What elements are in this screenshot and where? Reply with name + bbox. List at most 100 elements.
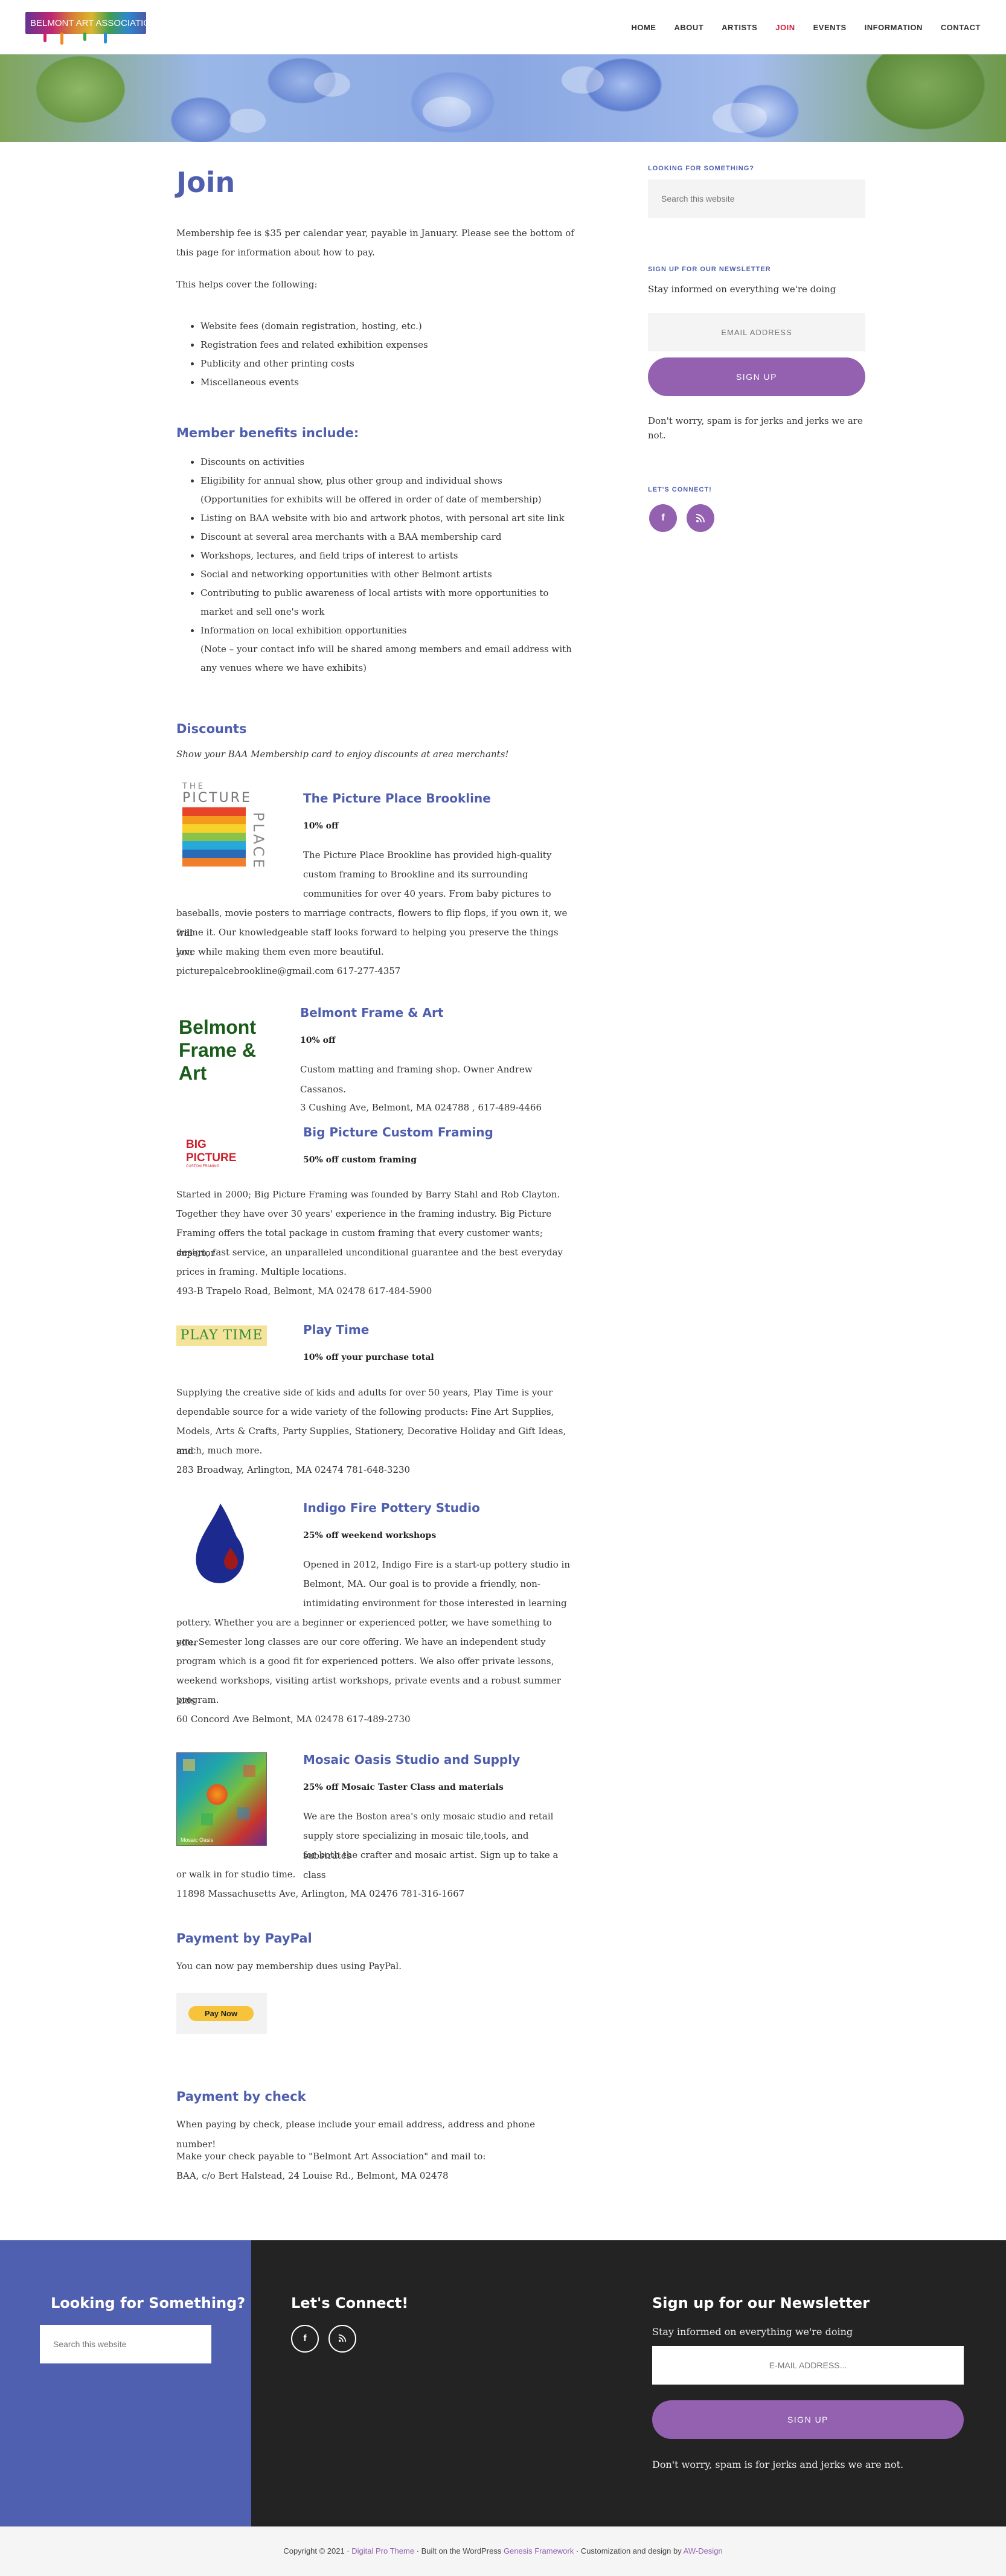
copyright-text: · Customization and design by	[574, 2546, 684, 2555]
rss-glyph	[338, 2334, 347, 2342]
merchant-text: or walk in for studio time.	[176, 1869, 296, 1880]
sidebar-spam-text: Don't worry, spam is for jerks and jerks…	[648, 415, 863, 426]
nav-about[interactable]: ABOUT	[674, 23, 703, 32]
hero-hydrangea-image	[0, 54, 1006, 142]
rss-glyph	[696, 514, 705, 523]
list-item: Website fees (domain registration, hosti…	[200, 317, 575, 336]
nav-home[interactable]: HOME	[631, 23, 656, 32]
sidebar-email-input[interactable]	[648, 313, 865, 351]
list-item: Contributing to public awareness of loca…	[200, 584, 575, 621]
theme-link[interactable]: Digital Pro Theme	[351, 2546, 414, 2555]
indigo-fire-logo	[196, 1504, 244, 1583]
sidebar-spam-text: not.	[648, 430, 666, 441]
sidebar-search-input[interactable]	[648, 179, 865, 218]
hero-petal	[423, 97, 471, 127]
merchant-deal: 10% off	[300, 1036, 336, 1045]
nav-artists[interactable]: ARTISTS	[722, 23, 757, 32]
merchant-contact: 283 Broadway, Arlington, MA 02474 781-64…	[176, 1464, 411, 1475]
list-item: Information on local exhibition opportun…	[200, 621, 575, 678]
footer-facebook-icon[interactable]: f	[291, 2325, 319, 2353]
footer-spam-text: Don't worry, spam is for jerks and jerks…	[652, 2459, 904, 2470]
designer-link[interactable]: AW-Design	[684, 2546, 723, 2555]
logo-text: Frame &	[179, 1039, 257, 1061]
mosaic-tile	[183, 1759, 195, 1771]
logo-banner: BELMONT ART ASSOCIATION	[25, 12, 146, 34]
site-footer: Looking for Something? Let's Connect! f …	[0, 2240, 1006, 2526]
logo-text: PICTURE	[182, 790, 252, 806]
merchant-text: communities for over 40 years. From baby…	[303, 888, 551, 899]
merchant-deal: 25% off weekend workshops	[303, 1531, 437, 1540]
intro-text: Membership fee is $35 per calendar year,…	[176, 228, 574, 239]
paypal-heading: Payment by PayPal	[176, 1931, 312, 1946]
genesis-link[interactable]: Genesis Framework	[504, 2546, 574, 2555]
flame-shape	[196, 1504, 244, 1583]
footer-search-panel: Looking for Something?	[0, 2240, 251, 2526]
logo-drip	[83, 33, 86, 41]
logo-text: Art	[179, 1062, 207, 1084]
discounts-heading: Discounts	[176, 722, 247, 736]
check-text: Make your check payable to "Belmont Art …	[176, 2151, 486, 2162]
nav-contact[interactable]: CONTACT	[941, 23, 981, 32]
footer-rss-icon[interactable]	[328, 2325, 356, 2353]
merchant-text: design, fast service, an unparalleled un…	[176, 1247, 563, 1258]
site-header: BELMONT ART ASSOCIATION HOME ABOUT ARTIS…	[0, 0, 1006, 54]
covers-list: Website fees (domain registration, hosti…	[200, 317, 575, 392]
sidebar-newsletter-text: Stay informed on everything we're doing	[648, 284, 836, 295]
facebook-icon[interactable]: f	[649, 504, 677, 532]
merchant-contact: picturepalcebrookline@gmail.com 617-277-…	[176, 966, 401, 976]
logo-text: CUSTOM FRAMING	[186, 1165, 220, 1168]
merchant-name: The Picture Place Brookline	[303, 791, 491, 806]
merchant-name: Indigo Fire Pottery Studio	[303, 1501, 480, 1515]
logo-drip	[60, 33, 63, 45]
logo-text: Mosaic Oasis	[181, 1837, 214, 1843]
merchant-text: We are the Boston area's only mosaic stu…	[303, 1811, 554, 1822]
merchant-deal: 10% off your purchase total	[303, 1353, 434, 1362]
nav-join[interactable]: JOIN	[775, 23, 795, 32]
list-item-note: (Note – your contact info will be shared…	[200, 644, 572, 655]
merchant-text: Together they have over 30 years' experi…	[176, 1208, 552, 1219]
rss-icon[interactable]	[687, 504, 714, 532]
merchant-text: Started in 2000; Big Picture Framing was…	[176, 1189, 560, 1200]
list-item: Publicity and other printing costs	[200, 354, 575, 373]
merchant-contact: 3 Cushing Ave, Belmont, MA 024788 , 617-…	[300, 1102, 542, 1113]
nav-information[interactable]: INFORMATION	[865, 23, 923, 32]
paypal-pay-now-button[interactable]: Pay Now	[188, 2006, 254, 2021]
list-item-text: market and sell one's work	[200, 606, 325, 617]
mosaic-oasis-logo: Mosaic Oasis	[176, 1752, 267, 1846]
logo-drip	[104, 33, 107, 43]
site-logo[interactable]: BELMONT ART ASSOCIATION	[25, 12, 146, 45]
list-item: Discounts on activities	[200, 453, 575, 472]
footer-email-input[interactable]	[652, 2346, 964, 2385]
merchant-text: Opened in 2012, Indigo Fire is a start-u…	[303, 1559, 570, 1570]
sidebar-search-heading: LOOKING FOR SOMETHING?	[648, 165, 754, 172]
nav-events[interactable]: EVENTS	[813, 23, 847, 32]
sidebar-newsletter-heading: SIGN UP FOR OUR NEWSLETTER	[648, 266, 771, 273]
merchant-text: The Picture Place Brookline has provided…	[303, 850, 552, 860]
hero-petal	[229, 109, 266, 133]
big-picture-logo: BIG PICTURE CUSTOM FRAMING	[186, 1138, 257, 1168]
list-item: Registration fees and related exhibition…	[200, 336, 575, 354]
logo-text: BIG PICTURE	[186, 1138, 237, 1164]
sidebar-connect-heading: LET'S CONNECT!	[648, 486, 712, 493]
benefits-list: Discounts on activities Eligibility for …	[200, 453, 575, 678]
list-item-text: Contributing to public awareness of loca…	[200, 588, 549, 598]
footer-signup-button[interactable]: SIGN UP	[652, 2400, 964, 2439]
merchant-text: Custom matting and framing shop. Owner A…	[300, 1064, 533, 1095]
merchant-text: intimidating environment for those inter…	[303, 1598, 567, 1609]
footer-search-input[interactable]	[40, 2325, 211, 2363]
footer-newsletter-text: Stay informed on everything we're doing	[652, 2326, 853, 2337]
merchant-contact: 11898 Massachusetts Ave, Arlington, MA 0…	[176, 1888, 465, 1899]
merchant-text: love while making them even more beautif…	[176, 946, 384, 957]
merchant-name: Mosaic Oasis Studio and Supply	[303, 1752, 521, 1767]
merchant-deal: 25% off Mosaic Taster Class and material…	[303, 1783, 504, 1792]
merchant-name: Big Picture Custom Framing	[303, 1125, 493, 1139]
list-item: Eligibility for annual show, plus other …	[200, 472, 575, 509]
merchant-text: program which is a good fit for experien…	[176, 1656, 554, 1667]
sidebar-signup-button[interactable]: SIGN UP	[648, 357, 865, 396]
mosaic-tile	[201, 1813, 213, 1825]
merchant-name: Play Time	[303, 1322, 370, 1337]
footer-search-heading: Looking for Something?	[51, 2295, 246, 2312]
list-item-note: (Opportunities for exhibits will be offe…	[200, 494, 542, 505]
merchant-text: you. Semester long classes are our core …	[176, 1636, 546, 1647]
list-item: Listing on BAA website with bio and artw…	[200, 509, 575, 528]
